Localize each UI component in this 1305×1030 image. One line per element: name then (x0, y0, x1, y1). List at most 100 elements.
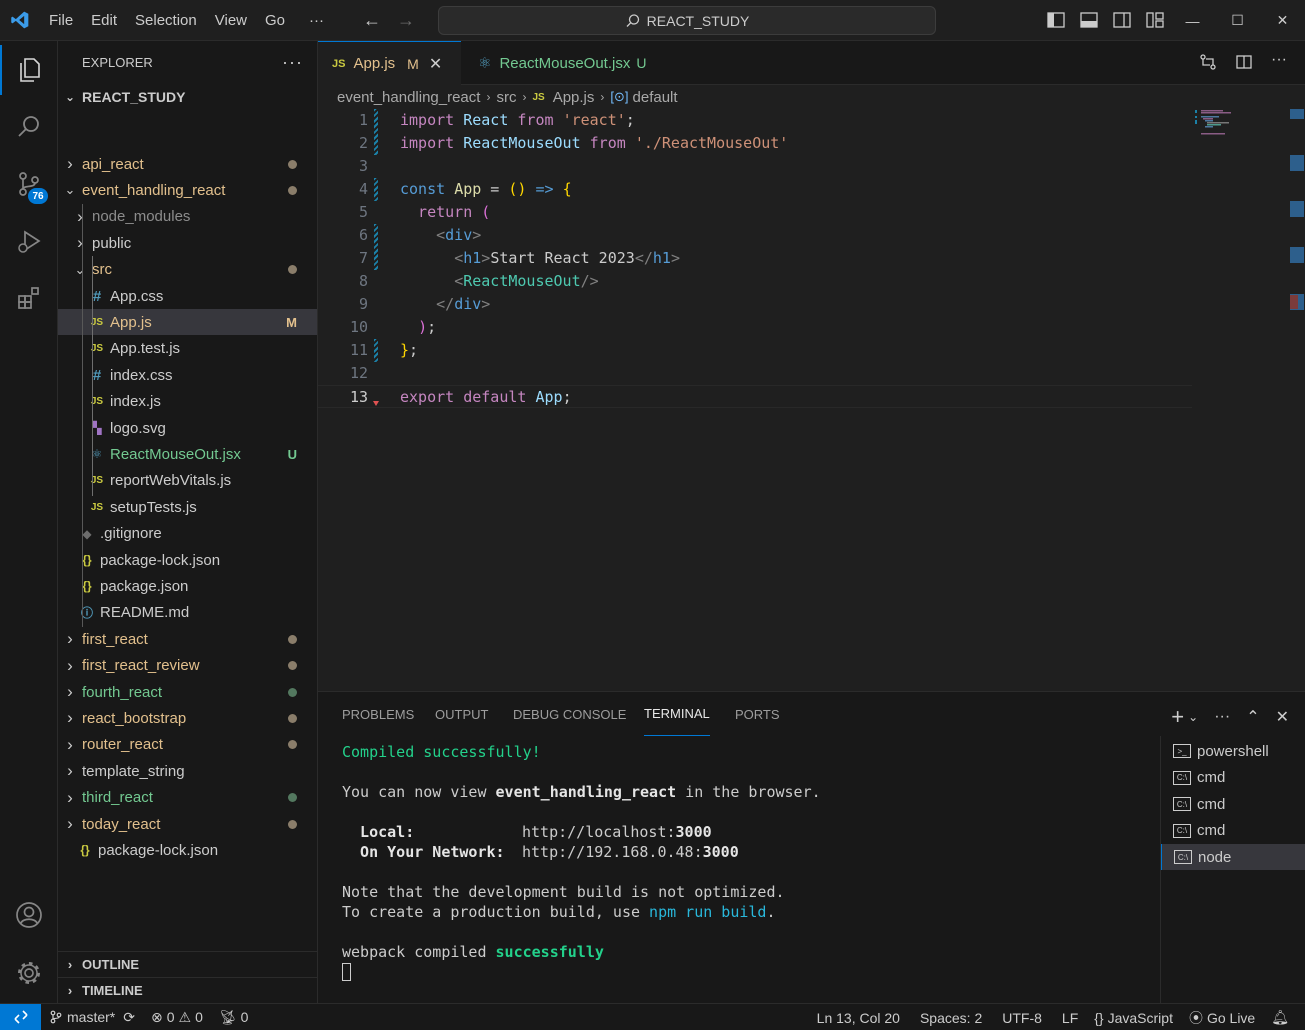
explorer-file[interactable]: ⓘ README.md (58, 600, 317, 626)
new-terminal-icon[interactable]: + (1171, 704, 1184, 730)
explorer-folder[interactable]: ⌄ src (58, 257, 317, 283)
toggle-secondary-sidebar-icon[interactable] (1112, 10, 1132, 30)
code-line[interactable]: 11}; (318, 339, 1192, 362)
indentation[interactable]: Spaces: 2 (912, 1010, 990, 1026)
open-changes-icon[interactable] (1199, 53, 1217, 71)
notifications-bell-icon[interactable]: 🔔︎ (1263, 1009, 1297, 1026)
terminal-instance[interactable]: C:\ cmd (1161, 765, 1305, 791)
code-editor[interactable]: 1 import React from 'react'; 2 import React… (318, 109, 1305, 691)
breadcrumb-folder[interactable]: src (496, 89, 516, 106)
minimize-button[interactable]: — (1170, 0, 1215, 41)
explorer-file[interactable]: ◆ .gitignore (58, 521, 317, 547)
code-line[interactable]: 10 ); (318, 316, 1192, 339)
menu-edit[interactable]: Edit (82, 0, 126, 41)
search-icon[interactable] (0, 102, 58, 152)
language-mode[interactable]: {} JavaScript (1086, 1010, 1181, 1026)
code-line[interactable]: 3 (318, 155, 1192, 178)
breadcrumb-folder[interactable]: event_handling_react (337, 89, 480, 106)
local-url-link[interactable]: http://localhost:3000 (522, 823, 712, 841)
git-branch[interactable]: master* ⟳ (41, 1009, 143, 1026)
code-line[interactable]: 2 import ReactMouseOut from './ReactMouse… (318, 132, 1192, 155)
close-window-button[interactable]: ✕ (1260, 0, 1305, 41)
workspace-root[interactable]: ⌄ REACT_STUDY (58, 84, 317, 110)
manage-gear-icon[interactable] (0, 948, 58, 998)
explorer-file[interactable]: {} package-lock.json (58, 547, 317, 573)
problems-indicator[interactable]: ⊗ 0 ⚠ 0 (143, 1009, 211, 1026)
explorer-file[interactable]: ⚛ ReactMouseOut.jsx U (58, 441, 317, 467)
explorer-folder[interactable]: › fourth_react (58, 679, 317, 705)
explorer-folder[interactable]: › today_react (58, 811, 317, 837)
terminal-instance[interactable]: C:\ cmd (1161, 791, 1305, 817)
code-line[interactable]: 7 <h1>Start React 2023</h1> (318, 247, 1192, 270)
explorer-icon[interactable] (0, 45, 58, 95)
explorer-file[interactable]: # index.css (58, 362, 317, 388)
tab-debug-console[interactable]: DEBUG CONSOLE (513, 692, 626, 736)
explorer-folder[interactable]: › router_react (58, 732, 317, 758)
explorer-file[interactable]: JS index.js (58, 389, 317, 415)
menu-view[interactable]: View (206, 0, 256, 41)
explorer-folder[interactable]: › node_modules (58, 204, 317, 230)
menu-more[interactable]: ··· (300, 0, 333, 41)
code-line[interactable]: 9 </div> (318, 293, 1192, 316)
extensions-icon[interactable] (0, 273, 58, 323)
remote-indicator-icon[interactable] (0, 1003, 41, 1030)
code-line[interactable]: 12 (318, 362, 1192, 385)
tab-problems[interactable]: PROBLEMS (342, 692, 414, 736)
go-live-button[interactable]: ⦿ Go Live (1181, 1008, 1263, 1028)
explorer-more-actions[interactable]: ··· (282, 52, 303, 73)
explorer-folder[interactable]: › public (58, 230, 317, 256)
explorer-folder[interactable]: › api_react (58, 151, 317, 177)
tab-terminal[interactable]: TERMINAL (644, 692, 710, 736)
scrollbar-overview-ruler[interactable] (1290, 109, 1304, 119)
explorer-file[interactable]: ▚ logo.svg (58, 415, 317, 441)
code-line[interactable]: 8 <ReactMouseOut/> (318, 270, 1192, 293)
terminal-cursor[interactable] (342, 963, 351, 981)
ports-indicator[interactable]: 📡︎ 0 (211, 1009, 257, 1026)
back-arrow-icon[interactable]: ← (363, 10, 381, 31)
toggle-primary-sidebar-icon[interactable] (1046, 10, 1066, 30)
code-line[interactable]: 4 const App = () => { (318, 178, 1192, 201)
terminal-instance[interactable]: C:\ node (1161, 844, 1305, 870)
breadcrumb-symbol[interactable]: default (633, 89, 678, 106)
split-editor-icon[interactable] (1235, 53, 1253, 71)
cursor-position[interactable]: Ln 13, Col 20 (809, 1010, 908, 1026)
explorer-file[interactable]: JS setupTests.js (58, 494, 317, 520)
close-panel-icon[interactable]: ✕ (1276, 707, 1289, 727)
explorer-file[interactable]: {} package-lock.json (58, 837, 317, 863)
close-tab-icon[interactable]: ✕ (429, 54, 442, 74)
maximize-button[interactable]: ☐ (1215, 0, 1260, 41)
outline-section[interactable]: › OUTLINE (58, 951, 317, 977)
explorer-file[interactable]: # App.css (58, 283, 317, 309)
maximize-panel-icon[interactable]: ⌃ (1246, 707, 1259, 727)
source-control-icon[interactable]: 76 (0, 159, 58, 209)
command-center-search[interactable]: REACT_STUDY (438, 6, 936, 35)
explorer-folder[interactable]: ⌄ event_handling_react (58, 177, 317, 203)
forward-arrow-icon[interactable]: → (397, 10, 415, 31)
explorer-file[interactable]: {} package.json (58, 573, 317, 599)
tab-output[interactable]: OUTPUT (435, 692, 488, 736)
toggle-panel-icon[interactable] (1079, 10, 1099, 30)
breadcrumb-file[interactable]: App.js (553, 89, 595, 106)
customize-layout-icon[interactable] (1145, 10, 1165, 30)
tab-app-js[interactable]: JS App.js M ✕ (318, 41, 461, 85)
code-line[interactable]: 1 import React from 'react'; (318, 109, 1192, 132)
explorer-file[interactable]: JS App.test.js (58, 336, 317, 362)
explorer-folder[interactable]: › template_string (58, 758, 317, 784)
explorer-folder[interactable]: › react_bootstrap (58, 705, 317, 731)
minimap[interactable] (1193, 109, 1293, 149)
explorer-folder[interactable]: › first_react_review (58, 653, 317, 679)
code-line[interactable]: 13 export default App; (318, 385, 1192, 408)
sync-icon[interactable]: ⟳ (123, 1009, 135, 1026)
timeline-section[interactable]: › TIMELINE (58, 977, 317, 1003)
terminal-instance[interactable]: >_ powershell (1161, 738, 1305, 764)
explorer-folder[interactable]: › third_react (58, 785, 317, 811)
encoding[interactable]: UTF-8 (994, 1010, 1050, 1026)
network-url-link[interactable]: http://192.168.0.48:3000 (522, 843, 739, 861)
explorer-file[interactable]: JS App.js M (58, 309, 317, 336)
menu-go[interactable]: Go (256, 0, 294, 41)
explorer-folder[interactable]: › first_react (58, 626, 317, 652)
run-and-debug-icon[interactable] (0, 216, 58, 266)
chevron-down-icon[interactable]: ⌄ (1188, 710, 1198, 724)
code-line[interactable]: 6 <div> (318, 224, 1192, 247)
panel-more-actions-icon[interactable]: ··· (1214, 708, 1230, 726)
